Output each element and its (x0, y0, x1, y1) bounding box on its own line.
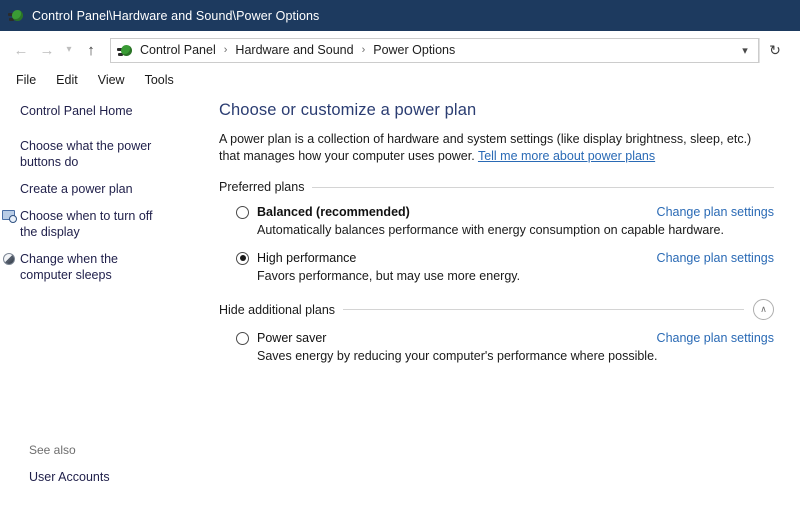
sidebar-item-turn-off-display[interactable]: Choose when to turn off the display (0, 208, 211, 240)
breadcrumb-item-0[interactable]: Control Panel (139, 43, 217, 57)
menu-bar: File Edit View Tools (0, 69, 800, 91)
sidebar-item-choose-power-buttons[interactable]: Choose what the power buttons do (0, 138, 211, 170)
radio-high-performance[interactable] (236, 251, 249, 265)
collapse-glyph: ∧ (760, 304, 767, 314)
breadcrumb-item-1[interactable]: Hardware and Sound (234, 43, 354, 57)
moon-sleep-icon (0, 251, 18, 265)
refresh-button[interactable]: ↻ (759, 37, 790, 63)
window-titlebar: Control Panel\Hardware and Sound\Power O… (0, 0, 800, 31)
breadcrumb: Control Panel › Hardware and Sound › Pow… (139, 43, 732, 57)
forward-button[interactable]: → (34, 37, 60, 63)
sidebar-item-label: Choose what the power buttons do (20, 139, 152, 169)
window-title: Control Panel\Hardware and Sound\Power O… (32, 8, 320, 23)
address-power-plug-icon (117, 42, 134, 59)
breadcrumb-item-2[interactable]: Power Options (372, 43, 456, 57)
see-also-section: See also User Accounts (0, 443, 211, 484)
content-area: Control Panel Home Choose what the power… (0, 91, 800, 520)
sidebar-item-user-accounts[interactable]: User Accounts (0, 470, 211, 484)
plan-row-high-performance[interactable]: High performance Change plan settings Fa… (219, 251, 774, 283)
breadcrumb-separator: › (361, 44, 366, 56)
navigation-toolbar: ← → ▾ ↑ Control Panel › Hardware and Sou… (0, 31, 800, 69)
address-bar[interactable]: Control Panel › Hardware and Sound › Pow… (110, 37, 759, 63)
menu-file[interactable]: File (6, 69, 46, 91)
additional-plans-header: Hide additional plans ∧ (219, 299, 774, 320)
sidebar-item-label: Create a power plan (20, 182, 133, 196)
divider (312, 186, 774, 188)
menu-view[interactable]: View (88, 69, 135, 91)
plan-row-power-saver[interactable]: Power saver Change plan settings Saves e… (219, 331, 774, 363)
sidebar-item-label: Control Panel Home (20, 104, 133, 118)
additional-plans-label: Hide additional plans (219, 302, 336, 317)
recent-locations-button[interactable]: ▾ (60, 37, 78, 63)
plan-name: High performance (257, 251, 357, 265)
power-plug-icon (8, 7, 25, 24)
preferred-plans-list: Balanced (recommended) Change plan setti… (219, 205, 774, 283)
main-panel: Choose or customize a power plan A power… (211, 91, 800, 520)
refresh-icon: ↻ (769, 41, 781, 58)
back-button[interactable]: ← (8, 37, 34, 63)
sidebar-item-label: Choose when to turn off the display (20, 209, 153, 239)
sidebar-item-label: Change when the computer sleeps (20, 252, 118, 282)
sidebar: Control Panel Home Choose what the power… (0, 91, 211, 520)
tell-me-more-link[interactable]: Tell me more about power plans (478, 149, 655, 163)
divider (343, 309, 744, 310)
chevron-down-icon[interactable]: ▾ (732, 44, 758, 57)
change-plan-settings-link-balanced[interactable]: Change plan settings (645, 205, 774, 219)
breadcrumb-separator: › (223, 44, 228, 56)
preferred-plans-label: Preferred plans (219, 180, 305, 194)
see-also-label: See also (29, 443, 76, 457)
plan-name: Power saver (257, 331, 327, 345)
change-plan-settings-link-power-saver[interactable]: Change plan settings (645, 331, 774, 345)
page-title: Choose or customize a power plan (219, 101, 477, 119)
sidebar-item-computer-sleeps[interactable]: Change when the computer sleeps (0, 251, 211, 283)
plan-description: Automatically balances performance with … (257, 223, 724, 237)
sidebar-item-control-panel-home[interactable]: Control Panel Home (0, 103, 211, 119)
chevron-up-icon[interactable]: ∧ (753, 299, 774, 320)
preferred-plans-header: Preferred plans (219, 180, 774, 194)
menu-edit[interactable]: Edit (46, 69, 88, 91)
display-clock-icon (0, 208, 18, 223)
radio-balanced[interactable] (236, 205, 249, 219)
change-plan-settings-link-high-performance[interactable]: Change plan settings (645, 251, 774, 265)
plan-description: Favors performance, but may use more ene… (257, 269, 521, 283)
plan-description: Saves energy by reducing your computer's… (257, 349, 658, 363)
radio-power-saver[interactable] (236, 331, 249, 345)
up-button[interactable]: ↑ (78, 37, 104, 63)
plan-name: Balanced (recommended) (257, 205, 410, 219)
menu-tools[interactable]: Tools (135, 69, 184, 91)
plan-row-balanced[interactable]: Balanced (recommended) Change plan setti… (219, 205, 774, 237)
sidebar-item-create-power-plan[interactable]: Create a power plan (0, 181, 211, 197)
intro-paragraph: A power plan is a collection of hardware… (219, 131, 774, 165)
additional-plans-list: Power saver Change plan settings Saves e… (219, 331, 774, 363)
